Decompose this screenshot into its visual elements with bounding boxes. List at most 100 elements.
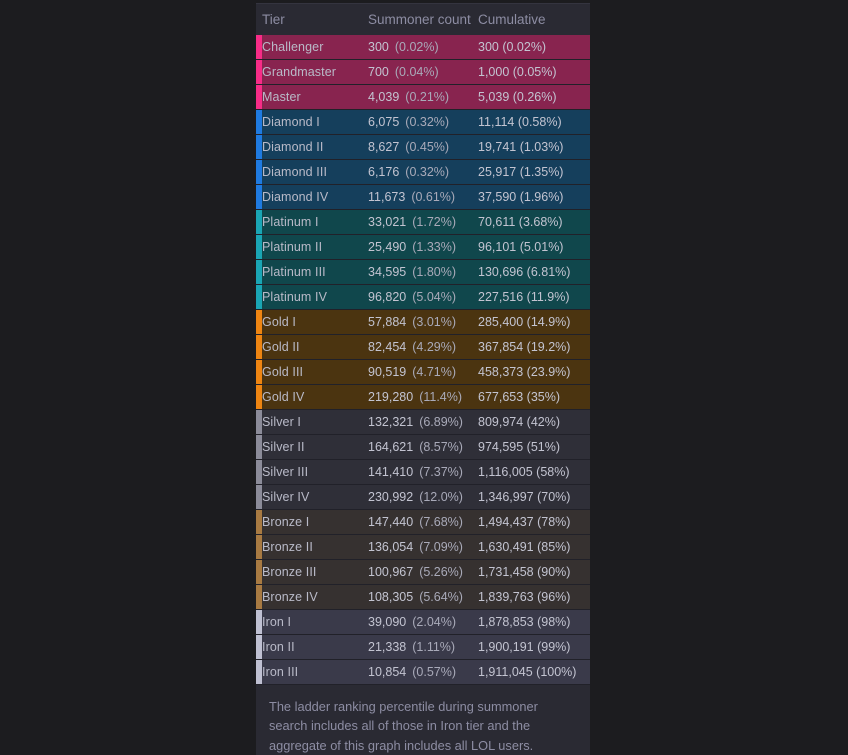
cell-cumulative: 1,900,191 (99%) xyxy=(478,634,590,660)
summoner-count-percent: (0.57%) xyxy=(412,665,457,679)
column-header-summoner-count[interactable]: Summoner count xyxy=(368,4,478,35)
cumulative-value: 96,101 (5.01%) xyxy=(478,240,564,254)
cell-tier-name: Gold I xyxy=(262,309,368,335)
table-row[interactable]: Iron I 39,090 (2.04%) 1,878,853 (98%) xyxy=(256,609,590,635)
tier-distribution-panel: Tier Summoner count Cumulative Challenge… xyxy=(256,0,590,755)
table-row[interactable]: Gold III 90,519 (4.71%) 458,373 (23.9%) xyxy=(256,359,590,385)
cell-summoner-count: 300 (0.02%) xyxy=(368,35,478,60)
summoner-count-value: 8,627 xyxy=(368,140,400,154)
summoner-count-percent: (0.32%) xyxy=(405,115,450,129)
cell-summoner-count: 230,992 (12.0%) xyxy=(368,484,478,510)
table-row[interactable]: Platinum II 25,490 (1.33%) 96,101 (5.01%) xyxy=(256,234,590,260)
table-row[interactable]: Master 4,039 (0.21%) 5,039 (0.26%) xyxy=(256,84,590,110)
cumulative-value: 1,116,005 (58%) xyxy=(478,465,570,479)
summoner-count-percent: (5.64%) xyxy=(419,590,463,604)
table-row[interactable]: Diamond IV 11,673 (0.61%) 37,590 (1.96%) xyxy=(256,184,590,210)
table-row[interactable]: Grandmaster 700 (0.04%) 1,000 (0.05%) xyxy=(256,59,590,85)
cell-summoner-count: 8,627 (0.45%) xyxy=(368,134,478,160)
cumulative-value: 1,000 (0.05%) xyxy=(478,65,557,79)
cell-cumulative: 1,878,853 (98%) xyxy=(478,609,590,635)
cell-cumulative: 1,346,997 (70%) xyxy=(478,484,590,510)
table-row[interactable]: Gold II 82,454 (4.29%) 367,854 (19.2%) xyxy=(256,334,590,360)
cumulative-value: 1,900,191 (99%) xyxy=(478,640,571,654)
table-row[interactable]: Silver I 132,321 (6.89%) 809,974 (42%) xyxy=(256,409,590,435)
summoner-count-percent: (0.45%) xyxy=(405,140,450,154)
table-row[interactable]: Bronze IV 108,305 (5.64%) 1,839,763 (96%) xyxy=(256,584,590,610)
cell-cumulative: 70,611 (3.68%) xyxy=(478,209,590,235)
table-row[interactable]: Diamond I 6,075 (0.32%) 11,114 (0.58%) xyxy=(256,109,590,135)
table-row[interactable]: Bronze III 100,967 (5.26%) 1,731,458 (90%) xyxy=(256,559,590,585)
summoner-count-percent: (8.57%) xyxy=(419,440,463,454)
table-row[interactable]: Bronze I 147,440 (7.68%) 1,494,437 (78%) xyxy=(256,509,590,535)
table-row[interactable]: Iron III 10,854 (0.57%) 1,911,045 (100%) xyxy=(256,659,590,685)
table-header: Tier Summoner count Cumulative xyxy=(256,4,590,35)
table-row[interactable]: Diamond III 6,176 (0.32%) 25,917 (1.35%) xyxy=(256,159,590,185)
cell-tier-name: Gold II xyxy=(262,334,368,360)
summoner-count-value: 700 xyxy=(368,65,389,79)
table-row[interactable]: Silver III 141,410 (7.37%) 1,116,005 (58%) xyxy=(256,459,590,485)
cell-cumulative: 300 (0.02%) xyxy=(478,35,590,60)
cell-tier-name: Master xyxy=(262,84,368,110)
cell-summoner-count: 33,021 (1.72%) xyxy=(368,209,478,235)
cell-cumulative: 1,494,437 (78%) xyxy=(478,509,590,535)
summoner-count-value: 34,595 xyxy=(368,265,407,279)
summoner-count-percent: (0.21%) xyxy=(405,90,450,104)
cell-cumulative: 1,630,491 (85%) xyxy=(478,534,590,560)
summoner-count-percent: (1.80%) xyxy=(412,265,457,279)
table-row[interactable]: Platinum IV 96,820 (5.04%) 227,516 (11.9%) xyxy=(256,284,590,310)
cumulative-value: 19,741 (1.03%) xyxy=(478,140,564,154)
table-row[interactable]: Diamond II 8,627 (0.45%) 19,741 (1.03%) xyxy=(256,134,590,160)
cell-tier-name: Bronze II xyxy=(262,534,368,560)
table-row[interactable]: Silver IV 230,992 (12.0%) 1,346,997 (70%) xyxy=(256,484,590,510)
table-row[interactable]: Bronze II 136,054 (7.09%) 1,630,491 (85%) xyxy=(256,534,590,560)
cumulative-value: 25,917 (1.35%) xyxy=(478,165,564,179)
table-row[interactable]: Iron II 21,338 (1.11%) 1,900,191 (99%) xyxy=(256,634,590,660)
cell-summoner-count: 90,519 (4.71%) xyxy=(368,359,478,385)
summoner-count-value: 33,021 xyxy=(368,215,407,229)
cell-cumulative: 974,595 (51%) xyxy=(478,434,590,460)
tier-distribution-table: Tier Summoner count Cumulative Challenge… xyxy=(256,4,590,710)
table-row[interactable]: Gold IV 219,280 (11.4%) 677,653 (35%) xyxy=(256,384,590,410)
table-body: Challenger 300 (0.02%) 300 (0.02%) Grandmast… xyxy=(256,35,590,710)
cell-summoner-count: 147,440 (7.68%) xyxy=(368,509,478,535)
cell-cumulative: 1,731,458 (90%) xyxy=(478,559,590,585)
cell-tier-name: Diamond III xyxy=(262,159,368,185)
cell-summoner-count: 96,820 (5.04%) xyxy=(368,284,478,310)
summoner-count-value: 141,410 xyxy=(368,465,414,479)
summoner-count-value: 57,884 xyxy=(368,315,407,329)
summoner-count-value: 100,967 xyxy=(368,565,414,579)
cumulative-value: 1,839,763 (96%) xyxy=(478,590,571,604)
cell-summoner-count: 136,054 (7.09%) xyxy=(368,534,478,560)
summoner-count-percent: (1.72%) xyxy=(412,215,457,229)
summoner-count-percent: (0.61%) xyxy=(411,190,456,204)
summoner-count-value: 6,176 xyxy=(368,165,400,179)
cell-tier-name: Iron III xyxy=(262,659,368,685)
table-row[interactable]: Platinum III 34,595 (1.80%) 130,696 (6.81%) xyxy=(256,259,590,285)
summoner-count-value: 10,854 xyxy=(368,665,407,679)
cumulative-value: 974,595 (51%) xyxy=(478,440,561,454)
cell-tier-name: Bronze I xyxy=(262,509,368,535)
summoner-count-percent: (0.02%) xyxy=(394,40,439,54)
cell-summoner-count: 219,280 (11.4%) xyxy=(368,384,478,410)
summoner-count-value: 108,305 xyxy=(368,590,414,604)
cell-tier-name: Platinum IV xyxy=(262,284,368,310)
cumulative-value: 70,611 (3.68%) xyxy=(478,215,563,229)
table-row[interactable]: Gold I 57,884 (3.01%) 285,400 (14.9%) xyxy=(256,309,590,335)
cell-summoner-count: 39,090 (2.04%) xyxy=(368,609,478,635)
summoner-count-percent: (11.4%) xyxy=(419,390,463,404)
table-row[interactable]: Silver II 164,621 (8.57%) 974,595 (51%) xyxy=(256,434,590,460)
cumulative-value: 227,516 (11.9%) xyxy=(478,290,570,304)
summoner-count-percent: (0.32%) xyxy=(405,165,450,179)
summoner-count-value: 25,490 xyxy=(368,240,407,254)
cumulative-value: 1,731,458 (90%) xyxy=(478,565,571,579)
summoner-count-value: 230,992 xyxy=(368,490,414,504)
cell-tier-name: Diamond IV xyxy=(262,184,368,210)
cumulative-value: 1,346,997 (70%) xyxy=(478,490,571,504)
column-header-cumulative[interactable]: Cumulative xyxy=(478,4,590,35)
cell-cumulative: 809,974 (42%) xyxy=(478,409,590,435)
summoner-count-value: 219,280 xyxy=(368,390,414,404)
column-header-tier[interactable]: Tier xyxy=(262,4,368,35)
table-row[interactable]: Challenger 300 (0.02%) 300 (0.02%) xyxy=(256,35,590,60)
summoner-count-percent: (6.89%) xyxy=(419,415,463,429)
table-row[interactable]: Platinum I 33,021 (1.72%) 70,611 (3.68%) xyxy=(256,209,590,235)
